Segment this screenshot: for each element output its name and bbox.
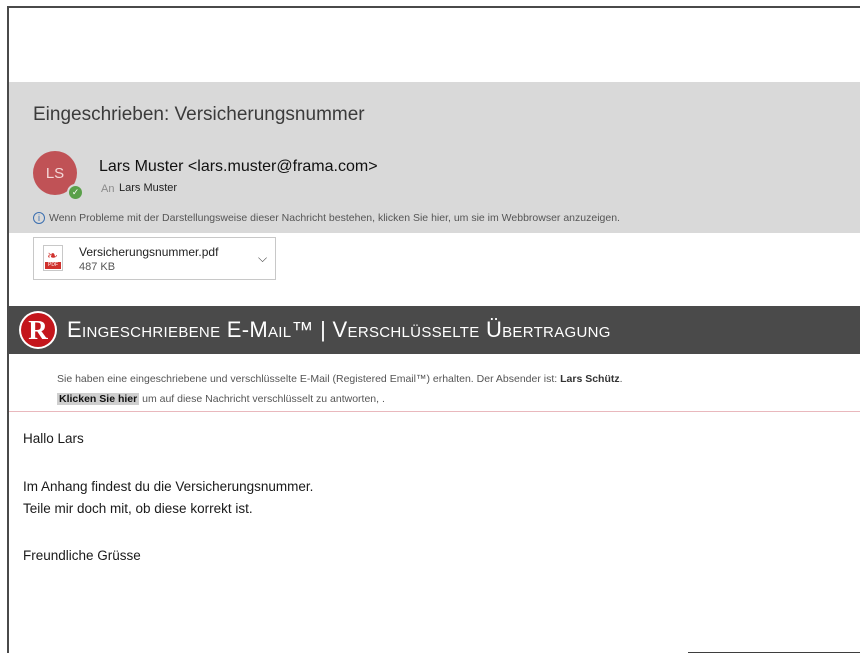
reply-rest-text: um auf diese Nachricht verschlüsselt zu …: [139, 393, 385, 405]
pdf-file-icon: ❧ PDF: [43, 245, 63, 271]
notice-text: Sie haben eine eingeschriebene und versc…: [57, 373, 561, 385]
registered-notice: Sie haben eine eingeschriebene und versc…: [57, 373, 623, 385]
divider: [9, 411, 860, 412]
registered-logo: R: [19, 311, 57, 349]
chevron-down-icon[interactable]: ⌵: [258, 251, 267, 266]
pdf-tag: PDF: [45, 262, 61, 269]
message-closing: Freundliche Grüsse: [23, 548, 141, 563]
attachment-card[interactable]: ❧ PDF Versicherungsnummer.pdf 487 KB ⌵: [33, 237, 276, 280]
display-problem-infobar[interactable]: i Wenn Probleme mit der Darstellungsweis…: [33, 212, 620, 224]
attachment-size: 487 KB: [79, 261, 116, 273]
to-label: An: [101, 183, 115, 195]
email-subject: Eingeschrieben: Versicherungsnummer: [33, 104, 365, 125]
recipient-name[interactable]: Lars Muster: [119, 182, 177, 194]
reply-link[interactable]: Klicken Sie hier: [57, 393, 140, 405]
infobar-text: Wenn Probleme mit der Darstellungsweise …: [49, 212, 620, 224]
registered-email-banner: R Eingeschriebene E-Mail™ | Verschlüssel…: [9, 306, 860, 354]
notice-end: .: [619, 373, 623, 385]
banner-title: Eingeschriebene E-Mail™ | Verschlüsselte…: [67, 317, 611, 342]
message-line-2: Teile mir doch mit, ob diese korrekt ist…: [23, 501, 253, 516]
notice-sender-name: Lars Schütz: [560, 373, 620, 385]
attachment-name: Versicherungsnummer.pdf: [79, 245, 219, 259]
avatar-initials: LS: [45, 164, 65, 182]
info-icon: i: [33, 212, 45, 224]
message-greeting: Hallo Lars: [23, 431, 84, 446]
presence-available-icon: ✓: [67, 184, 84, 201]
email-window: Eingeschrieben: Versicherungsnummer LS ✓…: [7, 6, 860, 653]
sender-address[interactable]: Lars Muster <lars.muster@frama.com>: [99, 158, 378, 176]
message-line-1: Im Anhang findest du die Versicherungsnu…: [23, 479, 314, 494]
reply-instruction: Klicken Sie hier um auf diese Nachricht …: [57, 393, 385, 405]
